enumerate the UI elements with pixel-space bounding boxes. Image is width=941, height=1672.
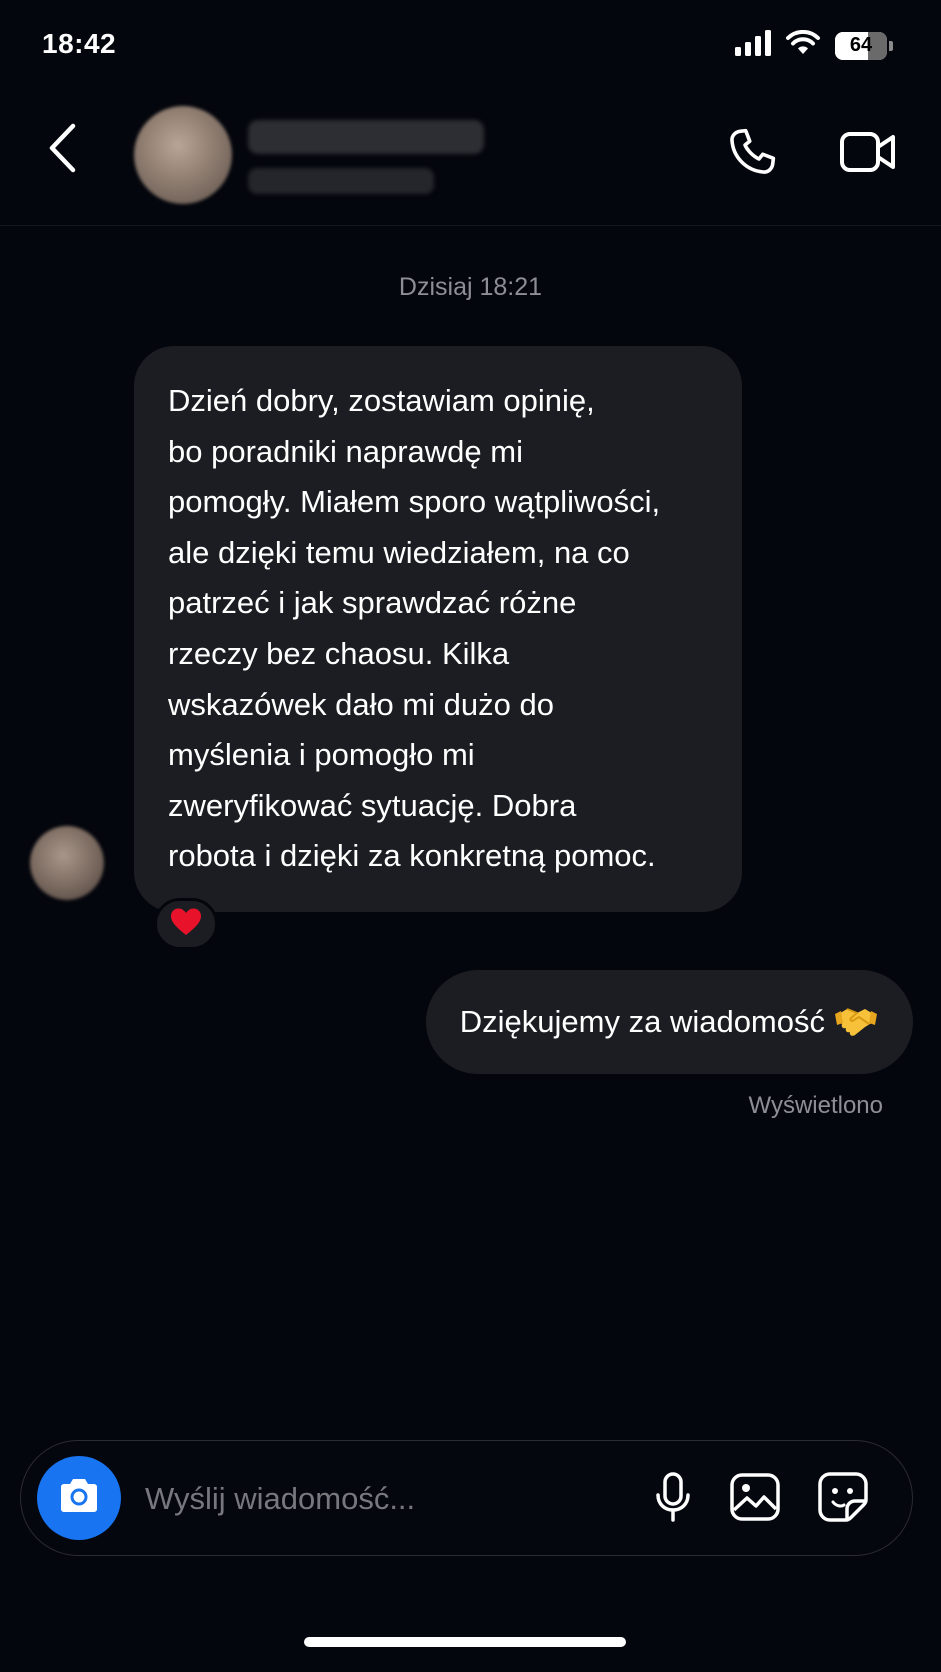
seen-status: Wyświetlono <box>748 1092 884 1119</box>
gallery-button[interactable] <box>725 1469 785 1529</box>
battery-nub <box>889 40 893 51</box>
wifi-icon <box>785 29 821 61</box>
sticker-icon <box>817 1471 869 1528</box>
message-input[interactable] <box>145 1471 605 1527</box>
incoming-message-bubble[interactable]: Dzień dobry, zostawiam opinię, bo poradn… <box>134 346 742 912</box>
handshake-icon <box>835 1005 877 1039</box>
signal-icon <box>735 30 771 61</box>
video-call-button[interactable] <box>836 126 900 182</box>
heart-icon <box>170 907 202 942</box>
home-indicator[interactable] <box>304 1637 626 1647</box>
voice-message-button[interactable] <box>643 1469 703 1529</box>
message-reaction[interactable] <box>154 898 218 950</box>
outgoing-message-bubble[interactable]: Dziękujemy za wiadomość <box>425 970 913 1074</box>
sticker-button[interactable] <box>813 1469 873 1529</box>
status-time: 18:42 <box>42 28 117 59</box>
camera-button[interactable] <box>37 1456 121 1540</box>
video-camera-icon <box>839 129 897 180</box>
back-button[interactable] <box>40 122 84 178</box>
status-icons: 64 <box>735 29 893 61</box>
chevron-left-icon <box>47 123 77 178</box>
contact-avatar[interactable] <box>134 106 232 204</box>
sender-avatar[interactable] <box>30 826 104 900</box>
conversation-timestamp: Dzisiaj 18:21 <box>398 273 543 301</box>
contact-name-redacted[interactable] <box>248 120 484 154</box>
microphone-icon <box>653 1471 693 1528</box>
outgoing-message-text: Dziękujemy za wiadomość <box>459 1004 825 1039</box>
incoming-message-text: Dzień dobry, zostawiam opinię, bo poradn… <box>168 383 661 874</box>
camera-icon <box>57 1477 101 1520</box>
gallery-icon <box>729 1472 781 1527</box>
battery-indicator: 64 <box>835 31 887 60</box>
voice-call-button[interactable] <box>722 124 782 184</box>
contact-username-redacted <box>248 168 434 194</box>
battery-level: 64 <box>849 34 873 56</box>
battery-icon: 64 <box>835 31 893 60</box>
message-composer <box>20 1440 913 1556</box>
chat-header <box>0 96 941 226</box>
phone-icon <box>725 125 779 184</box>
